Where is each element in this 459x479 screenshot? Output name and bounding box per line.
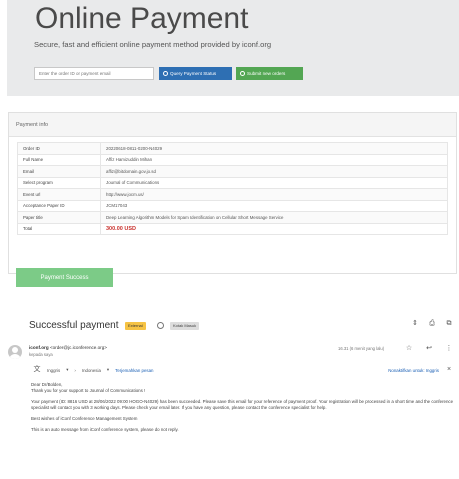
row-value: 300.00 USD [100, 222, 448, 235]
more-options-icon[interactable]: ⋮ [445, 345, 453, 353]
payment-info-table: Order ID 20220618-0811-0200-N4029 Full Nam… [17, 142, 448, 235]
label-icon[interactable] [157, 322, 164, 329]
inbox-label-badge[interactable]: Kotak Masuk [170, 322, 200, 330]
recipient-line[interactable]: kepada saya [29, 352, 53, 357]
sender-name: iconf.org [29, 345, 49, 350]
row-value: Deep Learning Algorithm Models for Spam … [100, 211, 448, 224]
open-new-window-icon[interactable]: ⧉ [445, 320, 453, 328]
panel-header: Payment info [9, 113, 456, 137]
table-row: Event url http://www.jocm.us/ [17, 188, 448, 201]
chevron-down-icon: ▾ [106, 367, 110, 372]
email-top-actions: ⇕ ⎙ ⧉ [411, 320, 453, 328]
row-label: Order ID [17, 142, 101, 155]
payment-info-panel: Payment info Order ID 20220618-0811-0200-… [8, 112, 457, 274]
row-value: http://www.jocm.us/ [100, 188, 448, 201]
order-search-input[interactable] [34, 67, 154, 80]
payment-success-button[interactable]: Payment Success [16, 268, 113, 287]
email-row-actions: ☆ ↩ ⋮ [405, 345, 453, 353]
row-label: Paper title [17, 211, 101, 224]
table-row: Paper title Deep Learning Algorithm Model… [17, 211, 448, 224]
submit-order-button[interactable]: Submit new orders [236, 67, 303, 80]
table-row: Full Name Affiz Hamizuddin Mihan [17, 153, 448, 166]
translate-to[interactable]: Indonesia [82, 368, 101, 373]
disable-translate-link[interactable]: Nonaktifkan untuk: Inggris [388, 368, 439, 373]
submit-order-label: Submit new orders [247, 71, 286, 76]
row-value: Journal of Communications [100, 176, 448, 189]
query-payment-button[interactable]: Query Payment Status [159, 67, 232, 80]
row-value: 20220618-0811-0200-N4029 [100, 142, 448, 155]
table-row: Acceptance Paper ID JCM17043 [17, 199, 448, 212]
email-view: Successful payment External Kotak Masuk … [0, 300, 459, 479]
email-note: This is an auto message from iConf confe… [31, 427, 179, 432]
external-badge: External [125, 322, 146, 330]
translate-bar: 文 Inggris ▾ › Indonesia ▾ Terjemahkan pe… [33, 365, 453, 375]
translate-from[interactable]: Inggris [47, 368, 60, 373]
sender-avatar [8, 345, 22, 359]
query-payment-label: Query Payment Status [170, 71, 217, 76]
email-date: 16.31 (6 menit yang lalu) [338, 346, 385, 351]
table-row: Order ID 20220618-0811-0200-N4029 [17, 142, 448, 155]
close-icon[interactable]: × [445, 366, 453, 374]
table-row: Total 300.00 USD [17, 222, 448, 235]
translate-icon: 文 [33, 366, 41, 373]
row-label: Event url [17, 188, 101, 201]
sender-address: <order@jc.iconference.org> [49, 345, 107, 350]
row-value: affiz@bitdomain.gov.jo.sd [100, 165, 448, 178]
email-greeting: Dear Dr/Bolden, Thank you for your suppo… [31, 382, 456, 394]
chevron-down-icon: ▾ [66, 367, 69, 372]
email-body: Dear Dr/Bolden, Thank you for your suppo… [31, 382, 456, 438]
row-label: Email [17, 165, 101, 178]
email-subject: Successful payment [29, 320, 119, 331]
plus-icon [240, 71, 245, 76]
row-value: JCM17043 [100, 199, 448, 212]
payment-hero: Online Payment Secure, fast and efficien… [7, 0, 459, 96]
row-label: Full Name [17, 153, 101, 166]
translate-message-link[interactable]: Terjemahkan pesan [115, 368, 153, 373]
sender-line: iconf.org <order@jc.iconference.org> [29, 345, 107, 350]
row-label: Select program [17, 176, 101, 189]
page-title: Online Payment [35, 2, 249, 35]
email-regards: Best wishes of iConf Conference Manageme… [31, 416, 138, 421]
arrow-right-icon: › [74, 367, 76, 373]
thanks-text: Thank you for your support to Journal of… [31, 388, 146, 393]
expand-icon[interactable]: ⇕ [411, 320, 419, 328]
email-paragraph: Your payment (ID: 8816 USD at 28/06/2022… [31, 399, 454, 410]
table-row: Email affiz@bitdomain.gov.jo.sd [17, 165, 448, 178]
page-subtitle: Secure, fast and efficient online paymen… [34, 40, 272, 49]
print-icon[interactable]: ⎙ [428, 320, 436, 328]
greeting-text: Dear Dr/Bolden, [31, 382, 63, 387]
star-icon[interactable]: ☆ [405, 345, 413, 353]
row-label: Acceptance Paper ID [17, 199, 101, 212]
search-icon [163, 71, 168, 76]
table-row: Select program Journal of Communications [17, 176, 448, 189]
row-label: Total [17, 222, 101, 235]
row-value: Affiz Hamizuddin Mihan [100, 153, 448, 166]
reply-icon[interactable]: ↩ [425, 345, 433, 353]
